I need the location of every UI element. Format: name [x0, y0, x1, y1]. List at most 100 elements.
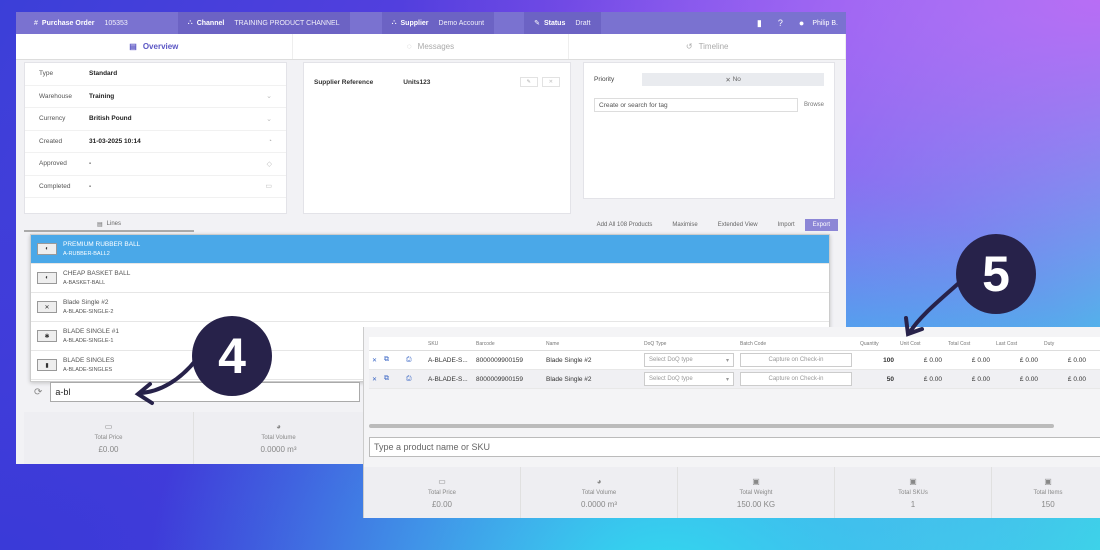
add-all-products-button[interactable]: Add All 108 Products	[597, 222, 653, 228]
channel-icon: ⛬	[187, 19, 193, 26]
import-button[interactable]: Import	[778, 222, 795, 228]
totals-bar: ▭ Total Price £0.00 ◕ Total Volume 0.000…	[364, 467, 1100, 518]
product-search-row: ⟳ a-bl	[34, 382, 361, 402]
supplier-icon: ⛬	[391, 19, 397, 26]
caret-down-icon: ▾	[725, 376, 729, 383]
box-icon: ▣	[909, 476, 917, 486]
step-badge: 4	[192, 316, 272, 396]
chat-icon[interactable]: ▮	[757, 18, 762, 29]
status-segment[interactable]: ✎ Status Draft	[524, 12, 601, 34]
product-thumbnail: ◐	[37, 243, 57, 255]
quantity-field[interactable]: 50	[857, 376, 897, 383]
box-icon: ▣	[1044, 476, 1052, 486]
duplicate-icon[interactable]: ⧉	[381, 356, 403, 364]
chevron-down-icon: ⌄	[266, 93, 272, 101]
table-row: ✕ ⧉ ⎙ A-BLADE-S... 8000009900159 Blade S…	[369, 351, 1100, 370]
total-volume: ◕ Total Volume 0.0000 m³	[521, 467, 678, 518]
chat-icon: ◌	[406, 42, 412, 51]
list-item[interactable]: ◐ CHEAP BASKET BALL A-BASKET-BALL	[31, 264, 829, 293]
detail-row-warehouse[interactable]: Warehouse Training ⌄	[25, 86, 286, 108]
chevron-down-icon: ⌄	[266, 115, 272, 123]
check-icon: ▭	[265, 183, 272, 191]
refresh-icon[interactable]: ⟳	[34, 387, 42, 398]
clock-icon: ◔	[267, 137, 272, 145]
total-weight: ▣ Total Weight 150.00 KG	[678, 467, 835, 518]
top-bar: # Purchase Order 105353 ⛬ Channel TRAINI…	[16, 12, 846, 34]
tab-timeline[interactable]: ↺ Timeline	[569, 34, 846, 59]
po-value: 105353	[104, 19, 128, 27]
weight-icon: ▣	[752, 476, 760, 486]
total-items: ▣ Total Items 150	[1033, 476, 1063, 509]
maximise-button[interactable]: Maximise	[672, 222, 697, 228]
edit-reference-button[interactable]: ✎	[519, 77, 538, 87]
channel-value: TRAINING PRODUCT CHANNEL	[234, 19, 340, 27]
step-badge: 5	[956, 234, 1036, 314]
supplier-reference-panel: Supplier Reference Units123 ✎ ✕	[303, 62, 571, 214]
list-item[interactable]: ✕ Blade Single #2 A-BLADE-SINGLE-2	[31, 293, 829, 322]
extended-view-button[interactable]: Extended View	[718, 222, 758, 228]
product-thumbnail: ▮	[37, 359, 57, 371]
overview-icon: ▤	[129, 42, 137, 51]
list-icon: ▤	[96, 221, 103, 228]
priority-row: Priority ✕ No	[584, 63, 834, 86]
detail-row-created: Created 31-03-2025 10:14 ◔	[25, 131, 286, 153]
po-segment[interactable]: # Purchase Order 105353	[24, 12, 138, 34]
detail-row-currency[interactable]: Currency British Pound ⌄	[25, 108, 286, 131]
po-label: Purchase Order	[41, 19, 95, 27]
totals-bar: ▭ Total Price £0.00 ◕ Total Volume 0.000…	[24, 412, 364, 464]
remove-reference-button[interactable]: ✕	[541, 77, 560, 87]
tag-row: Create or search for tag Browse	[584, 86, 834, 112]
status-value: Draft	[575, 19, 591, 27]
order-lines-window: SKU Barcode Name DoQ Type Batch Code Qua…	[363, 327, 1100, 518]
supplier-reference-value[interactable]: Units123	[403, 79, 430, 86]
doq-type-select[interactable]: Select DoQ type ▾	[644, 353, 734, 367]
card-icon: ▭	[438, 476, 446, 486]
priority-toggle[interactable]: ✕ No	[642, 73, 824, 86]
card-icon: ▭	[104, 422, 113, 431]
browse-tags-button[interactable]: Browse	[804, 102, 824, 108]
pie-icon: ◕	[276, 422, 281, 431]
tab-lines[interactable]: ▤ Lines	[24, 218, 194, 232]
total-price: ▭ Total Price £0.00	[364, 467, 521, 518]
table-header: SKU Barcode Name DoQ Type Batch Code Qua…	[369, 337, 1100, 351]
total-skus: ▣ Total SKUs 1	[835, 467, 992, 518]
tag-search-input[interactable]: Create or search for tag	[594, 98, 798, 112]
tab-bar: ▤ Overview ◌ Messages ↺ Timeline	[16, 34, 846, 60]
hash-icon: #	[34, 19, 38, 27]
status-label: Status	[543, 19, 566, 27]
detail-row-approved: Approved - ◇	[25, 153, 286, 176]
supplier-reference-row: Supplier Reference Units123 ✎ ✕	[304, 63, 570, 101]
list-item[interactable]: ◐ PREMIUM RUBBER BALL A-RUBBER-BALL2	[31, 235, 829, 264]
remove-line-icon[interactable]: ✕	[369, 376, 381, 383]
tab-overview[interactable]: ▤ Overview	[16, 34, 293, 59]
channel-label: Channel	[196, 19, 225, 27]
channel-segment[interactable]: ⛬ Channel TRAINING PRODUCT CHANNEL	[177, 12, 350, 34]
quantity-field[interactable]: 100	[857, 357, 897, 364]
print-icon[interactable]: ⎙	[403, 356, 425, 364]
help-icon[interactable]: ?	[778, 18, 783, 28]
export-button[interactable]: Export	[804, 219, 838, 231]
history-icon: ↺	[685, 42, 693, 51]
thumbs-up-icon: ◇	[266, 160, 272, 168]
supplier-label: Supplier	[400, 19, 429, 27]
priority-panel: Priority ✕ No Create or search for tag B…	[583, 62, 835, 199]
print-icon[interactable]: ⎙	[403, 375, 425, 383]
supplier-reference-label: Supplier Reference	[314, 78, 374, 86]
priority-label: Priority	[594, 76, 615, 83]
supplier-segment[interactable]: ⛬ Supplier Demo Account	[381, 12, 495, 34]
user-name[interactable]: Philip B.	[812, 20, 838, 27]
total-price: ▭ Total Price £0.00	[24, 412, 194, 464]
capture-batch-button[interactable]: Capture on Check-in	[740, 372, 852, 386]
product-name-input[interactable]: Type a product name or SKU	[369, 437, 1100, 457]
product-thumbnail: ◐	[37, 272, 57, 284]
duplicate-icon[interactable]: ⧉	[381, 375, 403, 383]
lines-toolbar: ▤ Lines Add All 108 Products Maximise Ex…	[24, 218, 838, 232]
tab-messages[interactable]: ◌ Messages	[293, 34, 570, 59]
doq-type-select[interactable]: Select DoQ type ▾	[644, 372, 734, 386]
total-volume: ◕ Total Volume 0.0000 m³	[194, 412, 364, 464]
horizontal-scrollbar[interactable]	[369, 424, 1054, 428]
pencil-icon: ✎	[534, 20, 540, 27]
details-panel: Type Standard Warehouse Training ⌄ Curre…	[24, 62, 287, 214]
capture-batch-button[interactable]: Capture on Check-in	[740, 353, 852, 367]
remove-line-icon[interactable]: ✕	[369, 357, 381, 364]
